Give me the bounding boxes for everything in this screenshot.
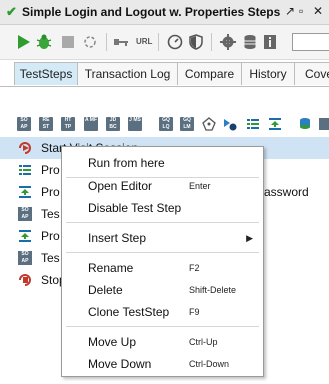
- toolbar-separator: [106, 33, 107, 51]
- menu-item-disable-test-step[interactable]: Disable Test Step: [62, 197, 263, 219]
- menu-item-label: Run from here: [88, 156, 165, 170]
- graphql-query-icon[interactable]: GQ LQ: [159, 117, 173, 131]
- checkmark-icon: ✔: [6, 4, 17, 19]
- menu-item-delete[interactable]: Delete Shift-Delete: [62, 279, 263, 301]
- soap-step-icon: SO AP: [18, 251, 32, 265]
- step-label: Pro: [41, 163, 60, 177]
- tab-compare[interactable]: Compare: [177, 62, 242, 85]
- stop-icon[interactable]: [60, 34, 76, 50]
- endpoint-icon[interactable]: [113, 34, 129, 50]
- menu-item-shortcut: F9: [189, 307, 200, 317]
- menu-item-shortcut: Ctrl-Up: [189, 337, 218, 347]
- menu-item-move-up[interactable]: Move Up Ctrl-Up: [62, 331, 263, 353]
- mock-response-icon[interactable]: [202, 117, 216, 131]
- tab-coverage[interactable]: Cove: [294, 62, 329, 85]
- pin-icon[interactable]: ↗: [285, 4, 295, 18]
- graphql-mutation-icon[interactable]: GQ LM: [180, 117, 194, 131]
- window-title: Simple Login and Logout w. Properties St…: [22, 5, 281, 19]
- toolbar-separator: [158, 33, 159, 51]
- menu-item-label: Open Editor: [88, 179, 153, 193]
- security-shield-icon[interactable]: [188, 34, 204, 50]
- title-bar: ✔ Simple Login and Logout w. Properties …: [0, 0, 329, 25]
- tab-teststeps[interactable]: TestSteps: [14, 62, 78, 85]
- jdbc-request-icon[interactable]: JD BC: [106, 117, 120, 131]
- menu-item-insert-step[interactable]: Insert Step ▶: [62, 227, 263, 249]
- http-request-icon[interactable]: HT TP: [61, 117, 75, 131]
- menu-item-label: Move Up: [88, 335, 137, 349]
- menu-item-label: Move Down: [88, 357, 152, 371]
- tab-transaction-log[interactable]: Transaction Log: [77, 62, 178, 85]
- menu-item-label: Delete: [88, 283, 123, 297]
- context-menu: Run from here Open Editor Enter Disable …: [61, 146, 264, 377]
- search-input[interactable]: [292, 33, 329, 51]
- properties-step-icon: [19, 165, 31, 175]
- rest-request-icon[interactable]: RE ST: [39, 117, 53, 131]
- property-transfer-icon[interactable]: [268, 117, 282, 131]
- groovy-script-icon[interactable]: [223, 117, 237, 131]
- step-label: Pro: [41, 229, 60, 243]
- soap-step-icon: SO AP: [18, 207, 32, 221]
- info-icon[interactable]: [262, 34, 278, 50]
- data-source-icon[interactable]: [298, 117, 312, 131]
- step-label: Pro: [41, 185, 60, 199]
- gauge-icon[interactable]: [167, 34, 183, 50]
- settings-gear-icon[interactable]: [220, 34, 236, 50]
- menu-separator: [66, 222, 259, 223]
- menu-item-run-from-here[interactable]: Run from here: [62, 152, 263, 174]
- soap-request-icon[interactable]: SO AP: [17, 117, 31, 131]
- menu-separator: [66, 252, 259, 253]
- property-transfer-step-icon: [19, 186, 31, 198]
- loop-icon[interactable]: [82, 34, 98, 50]
- menu-item-shortcut: Ctrl-Down: [189, 359, 230, 369]
- tab-bar: TestSteps Transaction Log Compare Histor…: [0, 62, 329, 87]
- properties-list-icon[interactable]: [246, 117, 260, 131]
- database-icon[interactable]: [242, 34, 258, 50]
- menu-separator: [66, 326, 259, 327]
- step-label: Tes: [41, 251, 60, 265]
- stop-step-icon: [19, 274, 31, 286]
- main-toolbar: URL: [0, 25, 329, 60]
- restore-icon[interactable]: ▫: [299, 4, 303, 18]
- menu-item-move-down[interactable]: Move Down Ctrl-Down: [62, 353, 263, 375]
- menu-item-clone-teststep[interactable]: Clone TestStep F9: [62, 301, 263, 323]
- menu-item-label: Rename: [88, 261, 134, 275]
- menu-item-label: Insert Step: [88, 231, 147, 245]
- steps-toolbar: SO AP RE ST HT TP A MF JD BC J MS GQ LQ …: [0, 113, 329, 135]
- data-sink-icon[interactable]: [318, 117, 329, 131]
- step-label: Tes: [41, 207, 60, 221]
- jms-request-icon[interactable]: J MS: [128, 117, 142, 131]
- debug-bug-icon[interactable]: [36, 34, 52, 50]
- start-step-icon: [19, 142, 31, 154]
- menu-item-open-editor[interactable]: Open Editor Enter: [62, 175, 263, 197]
- menu-item-shortcut: Shift-Delete: [189, 285, 237, 295]
- property-transfer-step-icon: [19, 230, 31, 242]
- menu-item-label: Clone TestStep: [88, 305, 170, 319]
- toolbar-separator: [211, 33, 212, 51]
- close-icon[interactable]: ✕: [313, 4, 323, 18]
- step-label-suffix: assword: [264, 185, 309, 199]
- url-label[interactable]: URL: [136, 37, 152, 46]
- menu-item-shortcut: F2: [189, 263, 200, 273]
- run-icon[interactable]: [16, 34, 32, 50]
- menu-item-shortcut: Enter: [189, 181, 211, 191]
- submenu-arrow-icon: ▶: [246, 233, 253, 243]
- menu-item-label: Disable Test Step: [88, 201, 182, 215]
- tab-history[interactable]: History: [241, 62, 295, 85]
- amf-request-icon[interactable]: A MF: [84, 117, 98, 131]
- menu-item-rename[interactable]: Rename F2: [62, 257, 263, 279]
